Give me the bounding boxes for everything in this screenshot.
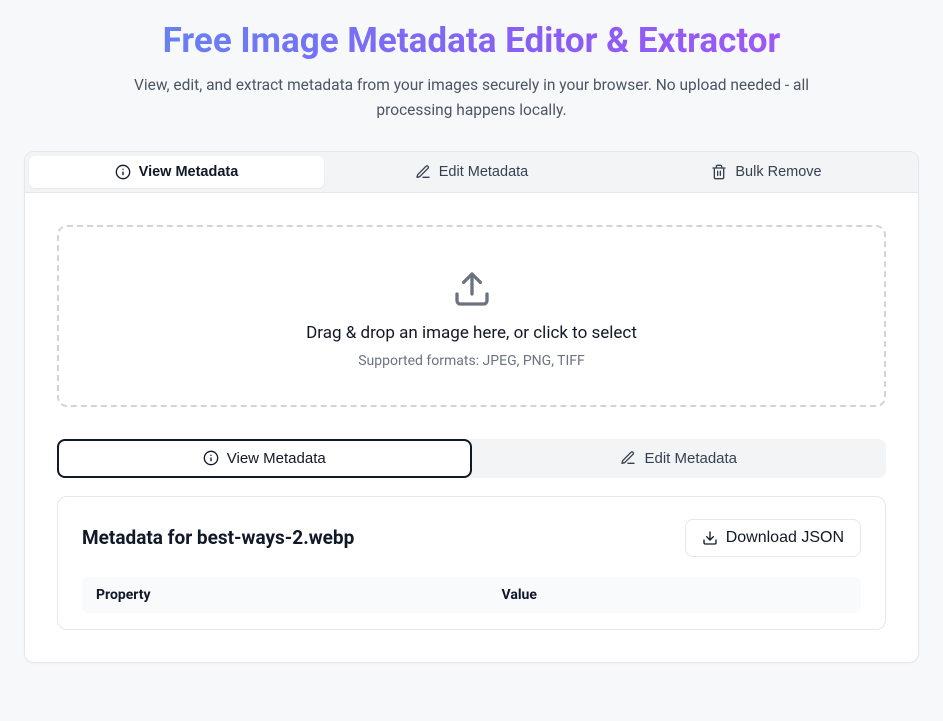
download-label: Download JSON: [726, 529, 844, 547]
tab-view-metadata[interactable]: View Metadata: [29, 156, 324, 188]
column-header-property: Property: [96, 587, 502, 603]
tab-bulk-remove[interactable]: Bulk Remove: [619, 156, 914, 188]
tab-label: Bulk Remove: [735, 164, 821, 180]
download-icon: [702, 530, 718, 546]
subtab-label: Edit Metadata: [644, 450, 737, 467]
tabs-secondary: View Metadata Edit Metadata: [57, 439, 886, 478]
info-icon: [115, 164, 131, 180]
metadata-panel: Metadata for best-ways-2.webp Download J…: [57, 496, 886, 630]
page-header: Free Image Metadata Editor & Extractor V…: [24, 20, 919, 123]
subtab-edit-metadata[interactable]: Edit Metadata: [472, 439, 887, 478]
tab-content: Drag & drop an image here, or click to s…: [25, 193, 918, 662]
metadata-title: Metadata for best-ways-2.webp: [82, 526, 354, 549]
dropzone-text: Drag & drop an image here, or click to s…: [79, 323, 864, 343]
subtab-label: View Metadata: [227, 450, 326, 467]
subtab-view-metadata[interactable]: View Metadata: [57, 439, 472, 478]
dropzone-subtext: Supported formats: JPEG, PNG, TIFF: [79, 353, 864, 369]
column-header-value: Value: [502, 587, 847, 603]
download-json-button[interactable]: Download JSON: [685, 519, 861, 557]
edit-icon: [415, 164, 431, 180]
metadata-header: Metadata for best-ways-2.webp Download J…: [82, 519, 861, 557]
edit-icon: [620, 450, 636, 466]
tab-label: Edit Metadata: [439, 164, 528, 180]
upload-icon: [452, 269, 492, 309]
info-icon: [203, 450, 219, 466]
metadata-table-header: Property Value: [82, 577, 861, 613]
main-card: View Metadata Edit Metadata Bulk Remove …: [24, 151, 919, 663]
tabs-main: View Metadata Edit Metadata Bulk Remove: [25, 152, 918, 193]
page-title: Free Image Metadata Editor & Extractor: [24, 20, 919, 61]
trash-icon: [711, 164, 727, 180]
tab-label: View Metadata: [139, 164, 239, 180]
dropzone[interactable]: Drag & drop an image here, or click to s…: [57, 225, 886, 407]
page-subtitle: View, edit, and extract metadata from yo…: [122, 73, 822, 123]
tab-edit-metadata[interactable]: Edit Metadata: [324, 156, 619, 188]
